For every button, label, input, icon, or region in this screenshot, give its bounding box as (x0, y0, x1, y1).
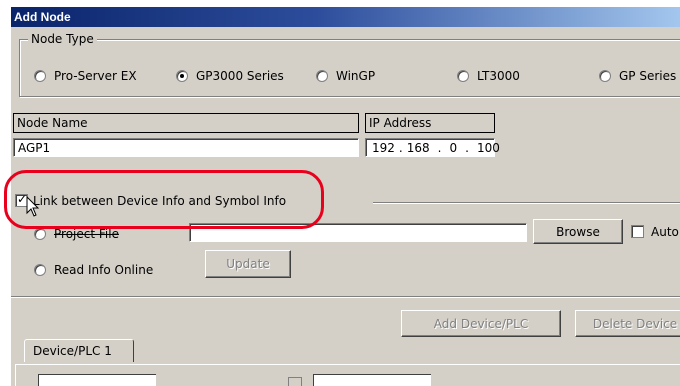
auto-checkbox[interactable] (631, 225, 644, 238)
browse-button[interactable]: Browse (533, 219, 623, 244)
ip-octet-4: 100 (476, 141, 500, 155)
link-section-divider (373, 202, 680, 204)
radio-button-icon (34, 70, 46, 82)
radio-wingp[interactable]: WinGP (316, 69, 375, 83)
auto-label: Auto (651, 225, 679, 239)
ip-octet-1: 192 (372, 141, 395, 155)
highlight-annotation (4, 170, 324, 229)
radio-project-file[interactable]: Project File (34, 227, 119, 241)
ip-address-input[interactable]: 192. 168. 0. 100 (365, 138, 500, 157)
dropdown-arrow-icon (288, 377, 302, 386)
radio-label: WinGP (336, 69, 376, 83)
radio-label: Pro-Server EX (54, 69, 137, 83)
radio-lt3000[interactable]: LT3000 (457, 69, 520, 83)
project-file-label: Project File (54, 227, 119, 241)
radio-label: LT3000 (477, 69, 520, 83)
tab-device-plc-1[interactable]: Device/PLC 1 (24, 339, 134, 362)
radio-button-icon (457, 70, 469, 82)
radio-gp-series[interactable]: GP Series (599, 69, 676, 83)
radio-label: GP Series (619, 69, 677, 83)
device-table-header-cell (38, 374, 156, 386)
title-bar[interactable]: Add Node (11, 7, 680, 27)
update-button[interactable]: Update (205, 250, 291, 278)
mouse-cursor-icon (26, 196, 40, 217)
device-tab-panel (15, 364, 680, 386)
radio-read-info-online[interactable]: Read Info Online (34, 263, 153, 277)
device-type-header-cell (313, 374, 431, 386)
section-divider (11, 296, 680, 298)
add-device-plc-button[interactable]: Add Device/PLC (401, 310, 561, 337)
read-info-online-label: Read Info Online (54, 263, 154, 277)
radio-pro-server-ex[interactable]: Pro-Server EX (34, 69, 137, 83)
node-type-group: Node Type (19, 32, 680, 97)
radio-button-icon (316, 70, 328, 82)
node-type-label: Node Type (28, 32, 97, 46)
dialog-title: Add Node (14, 10, 71, 24)
ip-address-header: IP Address (365, 113, 495, 133)
node-name-header: Node Name (13, 113, 359, 133)
radio-label: GP3000 Series (196, 69, 284, 83)
radio-gp3000-series[interactable]: GP3000 Series (176, 69, 284, 83)
node-name-input[interactable]: AGP1 (13, 138, 359, 157)
radio-button-icon (34, 228, 46, 240)
radio-button-selected-icon (176, 70, 188, 82)
radio-button-icon (34, 264, 46, 276)
ip-octet-2: 168 (406, 141, 430, 155)
ip-octet-3: 0 (449, 141, 458, 155)
radio-button-icon (599, 70, 611, 82)
delete-device-button[interactable]: Delete Device (575, 310, 680, 337)
